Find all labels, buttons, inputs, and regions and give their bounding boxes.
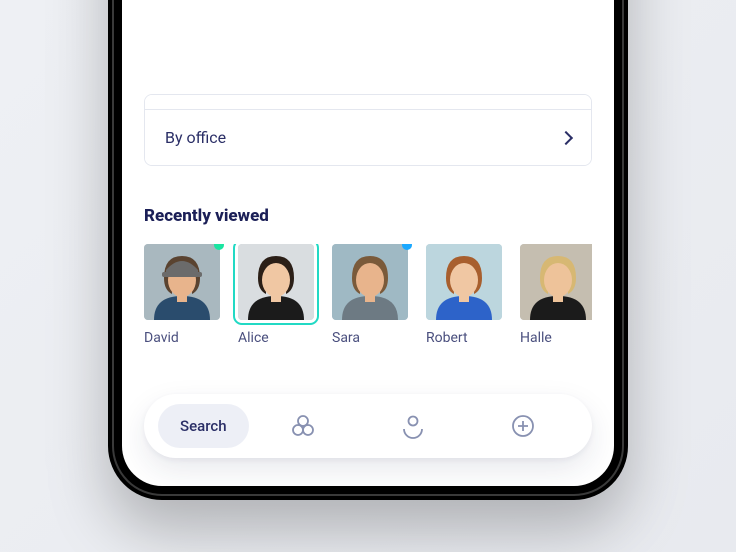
avatar bbox=[144, 244, 220, 320]
person-name: Halle bbox=[520, 330, 592, 346]
avatar bbox=[238, 244, 314, 320]
person-card[interactable]: Robert bbox=[426, 244, 502, 346]
tab-profile[interactable] bbox=[358, 404, 468, 448]
avatar bbox=[332, 244, 408, 320]
person-name: David bbox=[144, 330, 220, 346]
plus-circle-icon bbox=[509, 412, 537, 440]
tab-bar: Search bbox=[144, 394, 592, 458]
person-name: Alice bbox=[238, 330, 314, 346]
avatar bbox=[426, 244, 502, 320]
phone-frame: By office Recently viewed David bbox=[108, 0, 628, 500]
avatar-image bbox=[238, 244, 314, 320]
filter-by-office[interactable]: By office bbox=[145, 109, 591, 165]
screen: By office Recently viewed David bbox=[122, 0, 614, 486]
groups-icon bbox=[289, 412, 317, 440]
filter-row-prev bbox=[145, 95, 591, 109]
avatar-image bbox=[426, 244, 502, 320]
avatar-image bbox=[332, 244, 408, 320]
status-dot-icon bbox=[402, 244, 412, 250]
tab-search-label: Search bbox=[180, 417, 227, 435]
status-dot-icon bbox=[214, 244, 224, 250]
person-name: Robert bbox=[426, 330, 502, 346]
avatar-image bbox=[144, 244, 220, 320]
recently-viewed-row[interactable]: David Alice Sara bbox=[144, 244, 592, 346]
section-title: Recently viewed bbox=[144, 206, 592, 226]
chevron-right-icon bbox=[559, 130, 573, 144]
avatar bbox=[520, 244, 592, 320]
tab-groups[interactable] bbox=[249, 404, 359, 448]
tab-search[interactable]: Search bbox=[158, 404, 249, 448]
person-name: Sara bbox=[332, 330, 408, 346]
filter-label: By office bbox=[165, 128, 226, 147]
person-card[interactable]: David bbox=[144, 244, 220, 346]
profile-icon bbox=[399, 412, 427, 440]
person-card[interactable]: Alice bbox=[238, 244, 314, 346]
tab-add[interactable] bbox=[468, 404, 578, 448]
avatar-image bbox=[520, 244, 592, 320]
filter-card: By office bbox=[144, 94, 592, 166]
person-card[interactable]: Sara bbox=[332, 244, 408, 346]
person-card[interactable]: Halle bbox=[520, 244, 592, 346]
